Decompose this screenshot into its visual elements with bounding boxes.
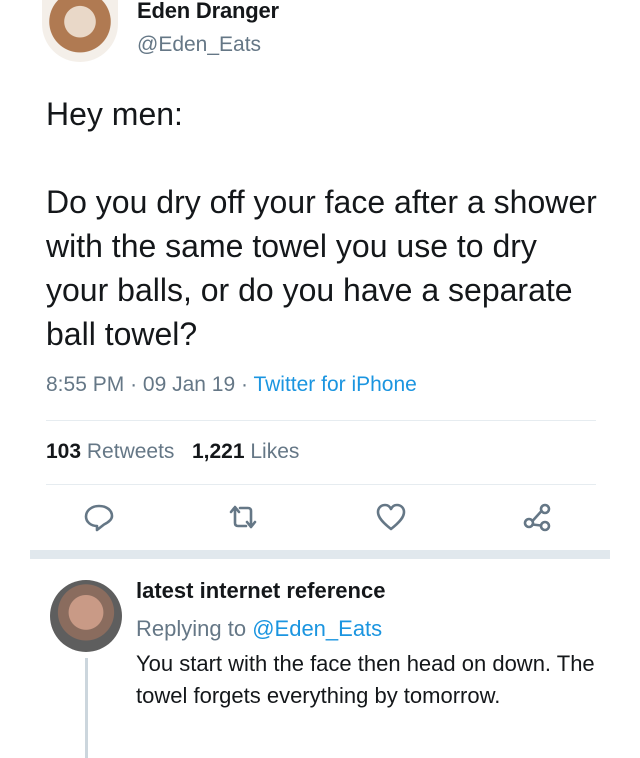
- retweets-stat[interactable]: 103 Retweets: [46, 440, 174, 463]
- tweet-date[interactable]: 09 Jan 19: [143, 373, 235, 396]
- author-handle[interactable]: @Eden_Eats: [137, 33, 261, 57]
- reply-text: You start with the face then head on dow…: [136, 651, 595, 708]
- thread-line: [85, 658, 88, 758]
- replying-mention[interactable]: @Eden_Eats: [252, 616, 382, 641]
- retweets-count: 103: [46, 440, 82, 463]
- likes-stat[interactable]: 1,221 Likes: [192, 440, 299, 463]
- replying-to: Replying to @Eden_Eats: [136, 616, 382, 642]
- tweet-stats: 103 Retweets 1,221 Likes: [46, 440, 299, 464]
- replying-prefix: Replying to: [136, 616, 247, 641]
- share-icon[interactable]: [520, 500, 554, 534]
- reply-author-name[interactable]: latest internet reference: [136, 578, 385, 604]
- divider: [46, 484, 596, 485]
- reply-avatar[interactable]: [50, 580, 122, 652]
- retweets-label: Retweets: [86, 440, 175, 463]
- tweet-text: Hey men: Do you dry off your face after …: [46, 96, 597, 352]
- divider: [46, 420, 596, 421]
- likes-label: Likes: [250, 440, 300, 463]
- likes-count: 1,221: [191, 440, 245, 463]
- retweet-icon[interactable]: [226, 500, 260, 534]
- tweet-source[interactable]: Twitter for iPhone: [253, 373, 416, 396]
- author-name[interactable]: Eden Dranger: [137, 0, 279, 24]
- tweet-time[interactable]: 8:55 PM: [46, 373, 124, 396]
- section-separator: [30, 550, 610, 559]
- action-bar: [0, 500, 640, 534]
- author-avatar[interactable]: [42, 0, 118, 62]
- tweet-meta: 8:55 PM · 09 Jan 19 · Twitter for iPhone: [46, 373, 417, 396]
- reply-icon[interactable]: [82, 500, 116, 534]
- like-icon[interactable]: [374, 500, 408, 534]
